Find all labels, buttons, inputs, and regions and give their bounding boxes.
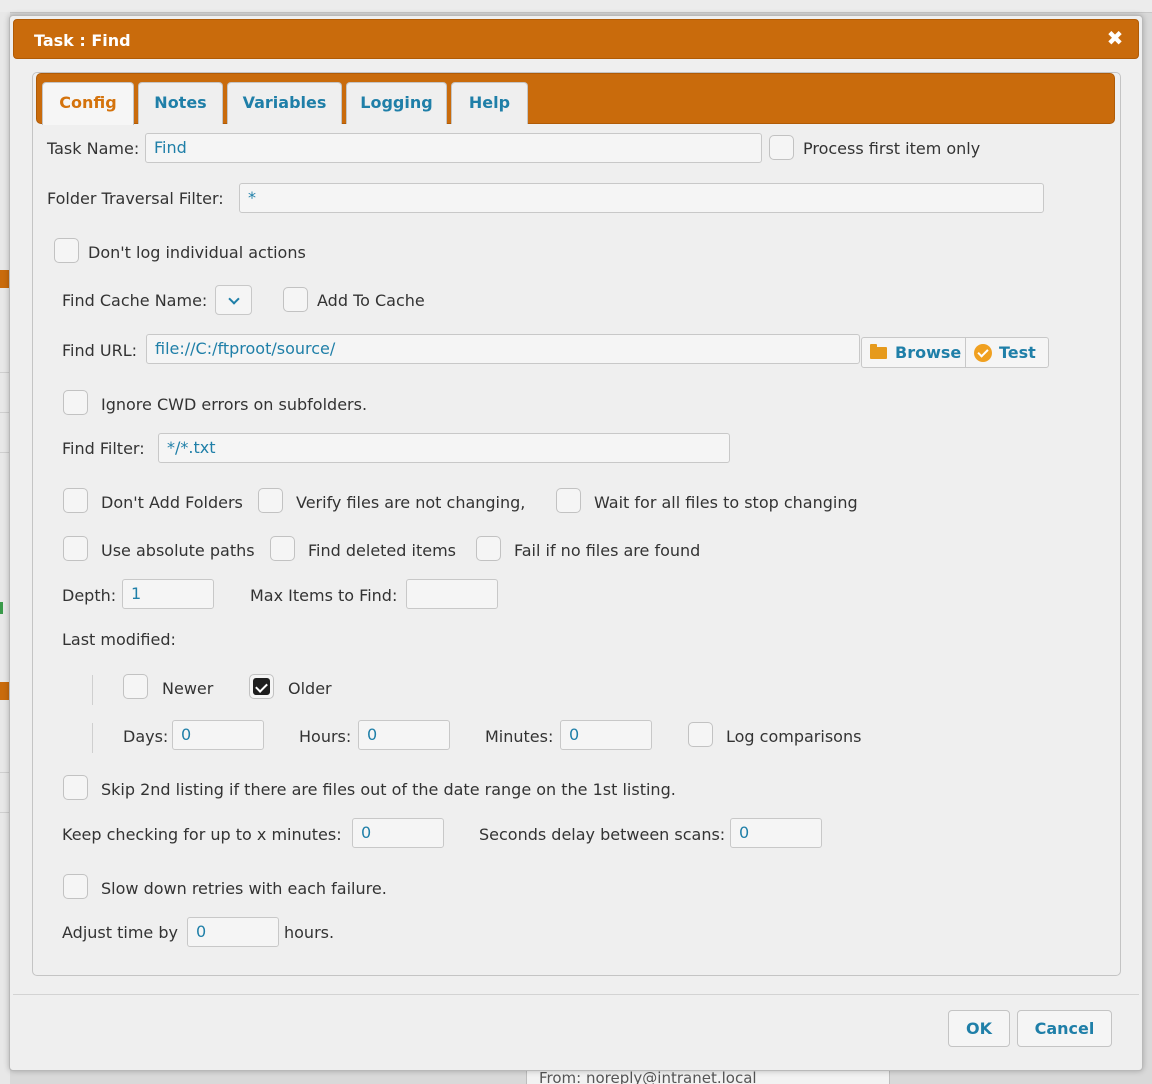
background-line [0,412,9,413]
wait-files-checkbox[interactable] [556,488,581,513]
slow-down-checkbox[interactable] [63,874,88,899]
folder-icon [870,344,887,359]
task-name-label: Task Name: [47,139,140,158]
hours-suffix-label: hours. [284,923,335,942]
adjust-time-input[interactable]: 0 [187,917,279,947]
background-app-header [0,0,1152,13]
older-checkbox[interactable] [249,674,274,699]
seconds-delay-input[interactable]: 0 [730,818,822,848]
keep-checking-input[interactable]: 0 [352,818,444,848]
find-filter-label: Find Filter: [62,439,145,458]
older-label: Older [288,679,332,698]
folder-filter-label: Folder Traversal Filter: [47,189,224,208]
absolute-paths-checkbox[interactable] [63,536,88,561]
skip-second-label: Skip 2nd listing if there are files out … [101,780,676,799]
add-cache-checkbox[interactable] [283,287,308,312]
process-first-label: Process first item only [803,139,981,158]
test-label: Test [999,343,1036,362]
log-comparisons-label: Log comparisons [726,727,862,746]
add-cache-label: Add To Cache [317,291,425,310]
days-input[interactable]: 0 [172,720,264,750]
url-button-group: Browse Test [861,337,1049,368]
minutes-label: Minutes: [485,727,554,746]
find-deleted-label: Find deleted items [308,541,456,560]
cancel-button[interactable]: Cancel [1017,1010,1112,1047]
verify-files-label: Verify files are not changing, [296,493,526,512]
browse-button[interactable]: Browse [862,338,965,367]
find-filter-input[interactable]: */*.txt [158,433,730,463]
dialog-titlebar[interactable]: Task : Find ✖ [13,19,1139,59]
depth-input[interactable]: 1 [122,579,214,609]
background-line [0,812,9,813]
newer-checkbox[interactable] [123,674,148,699]
hours-label: Hours: [299,727,352,746]
fail-no-files-label: Fail if no files are found [514,541,701,560]
tabs-panel: Config Notes Variables Logging Help Task… [32,72,1121,976]
hours-input[interactable]: 0 [358,720,450,750]
close-icon[interactable]: ✖ [1104,27,1126,49]
keep-checking-label: Keep checking for up to x minutes: [62,825,342,844]
dont-log-label: Don't log individual actions [88,243,306,262]
max-items-label: Max Items to Find: [250,586,398,605]
process-first-checkbox[interactable] [769,135,794,160]
footer-separator [13,994,1139,995]
fail-no-files-checkbox[interactable] [476,536,501,561]
background-line [0,372,9,373]
tab-bar: Config Notes Variables Logging Help [36,73,1115,125]
indent-guide [92,723,93,753]
task-name-input[interactable]: Find [145,133,762,163]
dont-add-folders-label: Don't Add Folders [101,493,243,512]
verify-files-checkbox[interactable] [258,488,283,513]
folder-filter-input[interactable]: * [239,183,1044,213]
find-cache-label: Find Cache Name: [62,291,208,310]
days-label: Days: [123,727,169,746]
find-deleted-checkbox[interactable] [270,536,295,561]
wait-files-label: Wait for all files to stop changing [594,493,858,512]
task-find-dialog: Task : Find ✖ Config Notes Variables Log… [9,15,1143,1071]
absolute-paths-label: Use absolute paths [101,541,255,560]
seconds-delay-label: Seconds delay between scans: [479,825,726,844]
check-circle-icon [974,344,992,362]
dialog-title: Task : Find [34,31,131,50]
max-items-input[interactable] [406,579,498,609]
log-comparisons-checkbox[interactable] [688,722,713,747]
ignore-cwd-label: Ignore CWD errors on subfolders. [101,395,368,414]
minutes-input[interactable]: 0 [560,720,652,750]
indent-guide [92,675,93,705]
chevron-down-icon [228,293,240,305]
background-chip [0,682,9,700]
tab-variables[interactable]: Variables [227,82,342,124]
slow-down-label: Slow down retries with each failure. [101,879,387,898]
background-line [0,772,9,773]
background-chip [0,270,9,288]
tab-help[interactable]: Help [451,82,528,124]
ignore-cwd-checkbox[interactable] [63,390,88,415]
tab-config[interactable]: Config [42,82,134,125]
newer-label: Newer [162,679,214,698]
background-line [0,452,9,453]
ok-button[interactable]: OK [948,1010,1010,1047]
tab-notes[interactable]: Notes [138,82,223,124]
dont-log-checkbox[interactable] [54,238,79,263]
dont-add-folders-checkbox[interactable] [63,488,88,513]
skip-second-checkbox[interactable] [63,775,88,800]
find-cache-select[interactable] [215,285,252,315]
find-url-input[interactable]: file://C:/ftproot/source/ [146,334,860,364]
test-button[interactable]: Test [966,338,1048,367]
browse-label: Browse [895,343,962,362]
last-modified-label: Last modified: [62,630,176,649]
depth-label: Depth: [62,586,117,605]
tab-logging[interactable]: Logging [346,82,447,124]
find-url-label: Find URL: [62,341,137,360]
adjust-time-label: Adjust time by [62,923,178,942]
